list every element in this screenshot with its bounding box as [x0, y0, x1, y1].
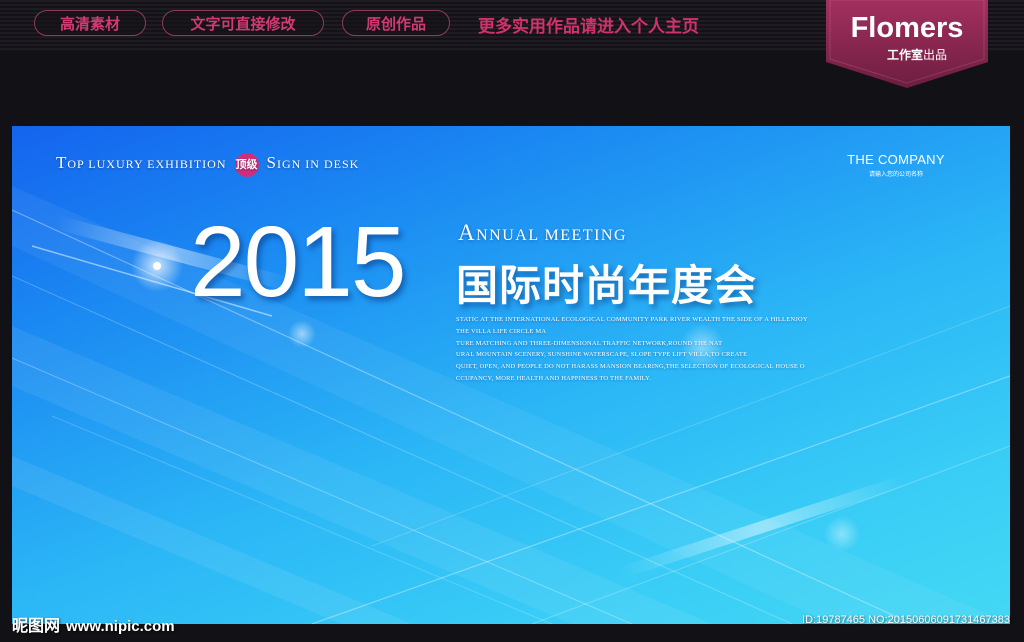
watermark-left: 昵图网 www.nipic.com [12, 612, 175, 636]
desc-line: CCUPANCY, MORE HEALTH AND HAPPINESS TO T… [456, 374, 652, 382]
pill-hd-material[interactable]: 高清素材 [34, 10, 146, 36]
pill-editable-text[interactable]: 文字可直接修改 [162, 10, 324, 36]
year-title: 2015 [190, 206, 406, 318]
company-block: THE COMPANY 请输入您的公司名称 [832, 152, 960, 178]
desc-line: TURE MATCHING AND THREE-DIMENSIONAL TRAF… [456, 339, 723, 347]
annual-meeting-title: ANNUAL MEETING [458, 220, 627, 246]
brand-sub-bold: 工作室 [886, 48, 923, 62]
company-name: THE COMPANY [847, 152, 945, 167]
watermark-id: ID:19787465 NO:20150606091731467383 [802, 614, 1010, 626]
brand-name: Flomers [850, 12, 964, 44]
chinese-title: 国际时尚年度会 [456, 261, 758, 310]
tagline-top-rest: OP LUXURY EXHIBITION [67, 157, 227, 171]
annual-initial: A [458, 220, 477, 245]
banner: TOP LUXURY EXHIBITION 顶级 SIGN IN DESK TH… [12, 126, 1010, 624]
company-sub: 请输入您的公司名称 [868, 171, 923, 178]
brand-sub-light: 出品 [923, 48, 948, 62]
tagline-badge: 顶级 [234, 153, 259, 178]
watermark-site-name: 昵图网 [12, 616, 61, 635]
brand-subtitle: 工作室出品 [872, 46, 962, 63]
annual-rest: NNUAL MEETING [476, 227, 628, 244]
tagline-t-initial: T [56, 153, 68, 172]
desc-line: URAL MOUNTAIN SCENERY, SUNSHINE WATERSCA… [456, 351, 748, 359]
desc-line: THE VILLA LIFE CIRCLE MA [456, 327, 547, 335]
desc-line: STATIC AT THE INTERNATIONAL ECOLOGICAL C… [456, 316, 808, 323]
tagline-s-initial: S [266, 153, 277, 172]
tagline-sign-rest: IGN IN DESK [276, 157, 360, 171]
description: STATIC AT THE INTERNATIONAL ECOLOGICAL C… [456, 314, 836, 385]
watermark-url: www.nipic.com [66, 618, 175, 635]
tagline: TOP LUXURY EXHIBITION 顶级 SIGN IN DESK [56, 153, 360, 178]
pill-original-work[interactable]: 原创作品 [342, 10, 450, 36]
desc-line: QUIET, OPEN, AND PEOPLE DO NOT HARASS MA… [456, 363, 805, 371]
promo-text[interactable]: 更多实用作品请进入个人主页 [478, 12, 699, 37]
